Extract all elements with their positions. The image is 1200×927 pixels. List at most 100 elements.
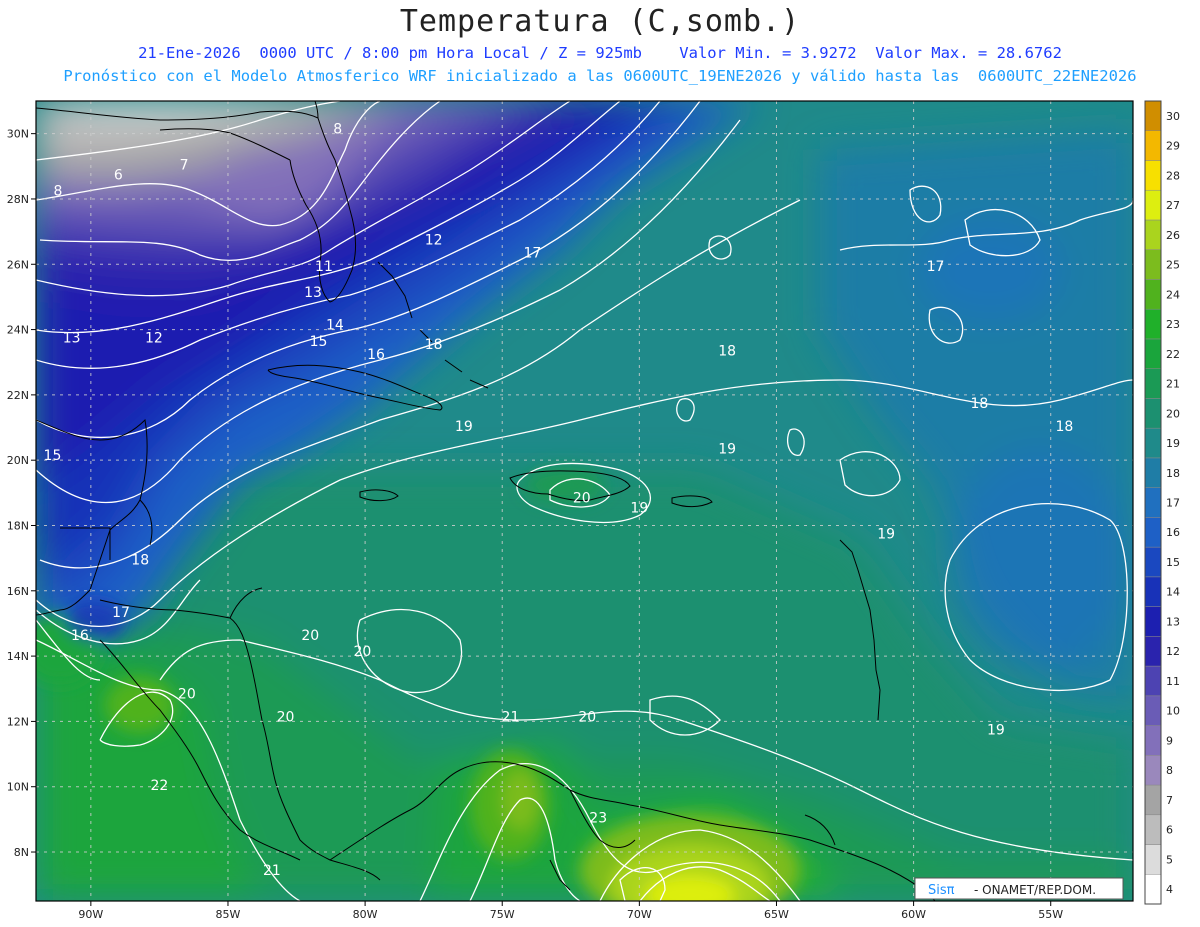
lat-tick-label: 10N <box>7 781 29 794</box>
legend-swatch <box>1144 249 1162 280</box>
legend-swatch <box>1144 219 1162 250</box>
legend-label: 23 <box>1166 318 1180 331</box>
legend-swatch <box>1144 427 1162 459</box>
legend-label: 5 <box>1166 853 1173 866</box>
legend-swatch <box>1144 279 1162 310</box>
legend-swatch <box>1144 874 1162 905</box>
legend-label: 22 <box>1166 348 1180 361</box>
legend-label: 27 <box>1166 199 1180 212</box>
lon-tick-label: 60W <box>901 908 926 921</box>
contour-label: 8 <box>333 122 342 138</box>
legend-label: 21 <box>1166 378 1180 391</box>
lat-tick-label: 28N <box>7 193 29 206</box>
lat-tick-label: 16N <box>7 585 29 598</box>
lat-tick-label: 8N <box>14 846 29 859</box>
contour-label: 12 <box>145 331 163 347</box>
legend-swatch <box>1144 130 1162 161</box>
legend-label: 10 <box>1166 705 1180 718</box>
contour-label: 13 <box>304 285 322 301</box>
contour-label: 20 <box>301 628 319 644</box>
legend-label: 28 <box>1166 169 1180 182</box>
contour-label: 17 <box>112 605 130 621</box>
legend-label: 13 <box>1166 615 1180 628</box>
legend-label: 18 <box>1166 467 1180 480</box>
contour-label: 20 <box>277 709 295 725</box>
legend-swatch <box>1144 368 1162 399</box>
legend-label: 7 <box>1166 794 1173 807</box>
lon-tick-label: 80W <box>353 908 378 921</box>
legend-label: 26 <box>1166 229 1180 242</box>
contour-label: 15 <box>44 448 62 464</box>
contour-label: 19 <box>630 500 648 516</box>
legend-label: 8 <box>1166 764 1173 777</box>
legend-swatch <box>1144 189 1162 221</box>
legend-swatch <box>1144 398 1162 429</box>
legend-label: 17 <box>1166 497 1180 510</box>
contour-label: 12 <box>425 233 443 249</box>
legend-swatch <box>1144 338 1162 369</box>
legend-swatch <box>1144 755 1162 786</box>
contour-label: 20 <box>573 491 591 507</box>
contour-label: 18 <box>718 344 736 360</box>
contour-label: 19 <box>987 722 1005 738</box>
contour-label: 21 <box>263 863 281 879</box>
contour-label: 6 <box>114 167 123 183</box>
legend-swatch <box>1144 308 1162 340</box>
lon-tick-label: 85W <box>216 908 241 921</box>
legend-swatch <box>1144 100 1162 131</box>
lat-tick-label: 18N <box>7 519 29 532</box>
credit-label: - ONAMET/REP.DOM. <box>974 883 1096 897</box>
contour-label: 21 <box>502 709 520 725</box>
contour-label: 16 <box>71 628 89 644</box>
lon-tick-label: 75W <box>490 908 515 921</box>
legend-label: 4 <box>1166 883 1173 896</box>
legend-swatch <box>1144 160 1162 191</box>
credit-brand: Sisπ <box>928 883 955 898</box>
legend-label: 30 <box>1166 110 1180 123</box>
legend-label: 24 <box>1166 288 1180 301</box>
contour-label: 15 <box>310 334 328 350</box>
contour-label: 17 <box>523 246 541 262</box>
legend-swatch <box>1144 784 1162 816</box>
contour-label: 23 <box>589 811 607 827</box>
lat-tick-label: 26N <box>7 258 29 271</box>
lat-tick-label: 24N <box>7 324 29 337</box>
lon-tick-label: 90W <box>78 908 103 921</box>
contour-label: 16 <box>367 347 385 363</box>
contour-label: 22 <box>150 778 168 794</box>
temperature-map: 67881112121313141516171718 18181818191919… <box>7 100 1180 921</box>
temperature-field <box>36 101 1133 901</box>
contour-label: 11 <box>315 259 333 275</box>
contour-label: 17 <box>927 259 945 275</box>
contour-label: 20 <box>353 644 371 660</box>
legend-swatch <box>1144 606 1162 637</box>
legend-swatch <box>1144 546 1162 578</box>
contour-label: 19 <box>718 442 736 458</box>
legend-label: 12 <box>1166 645 1180 658</box>
contour-label: 7 <box>180 158 189 174</box>
lat-tick-label: 30N <box>7 128 29 141</box>
legend-label: 19 <box>1166 437 1180 450</box>
contour-label: 19 <box>455 419 473 435</box>
lat-tick-label: 22N <box>7 389 29 402</box>
contour-label: 19 <box>877 527 895 543</box>
contour-label: 8 <box>53 184 62 200</box>
legend-label: 6 <box>1166 824 1173 837</box>
legend-label: 15 <box>1166 556 1180 569</box>
legend-swatch <box>1144 487 1162 518</box>
lon-tick-label: 55W <box>1038 908 1063 921</box>
color-legend: 4 5 6 7 8 9 10 11 12 13 14 15 16 17 18 19 20 21 22 23 24 25 26… <box>1144 100 1180 905</box>
legend-label: 14 <box>1166 586 1180 599</box>
contour-label: 18 <box>131 553 149 569</box>
legend-swatch <box>1144 695 1162 726</box>
legend-label: 29 <box>1166 140 1180 153</box>
lat-tick-label: 20N <box>7 454 29 467</box>
legend-label: 9 <box>1166 734 1173 747</box>
lat-tick-label: 12N <box>7 715 29 728</box>
legend-label: 11 <box>1166 675 1180 688</box>
legend-label: 16 <box>1166 526 1180 539</box>
contour-label: 18 <box>1056 419 1074 435</box>
legend-swatch <box>1144 814 1162 845</box>
contour-label: 14 <box>326 318 344 334</box>
legend-swatch <box>1144 517 1162 548</box>
